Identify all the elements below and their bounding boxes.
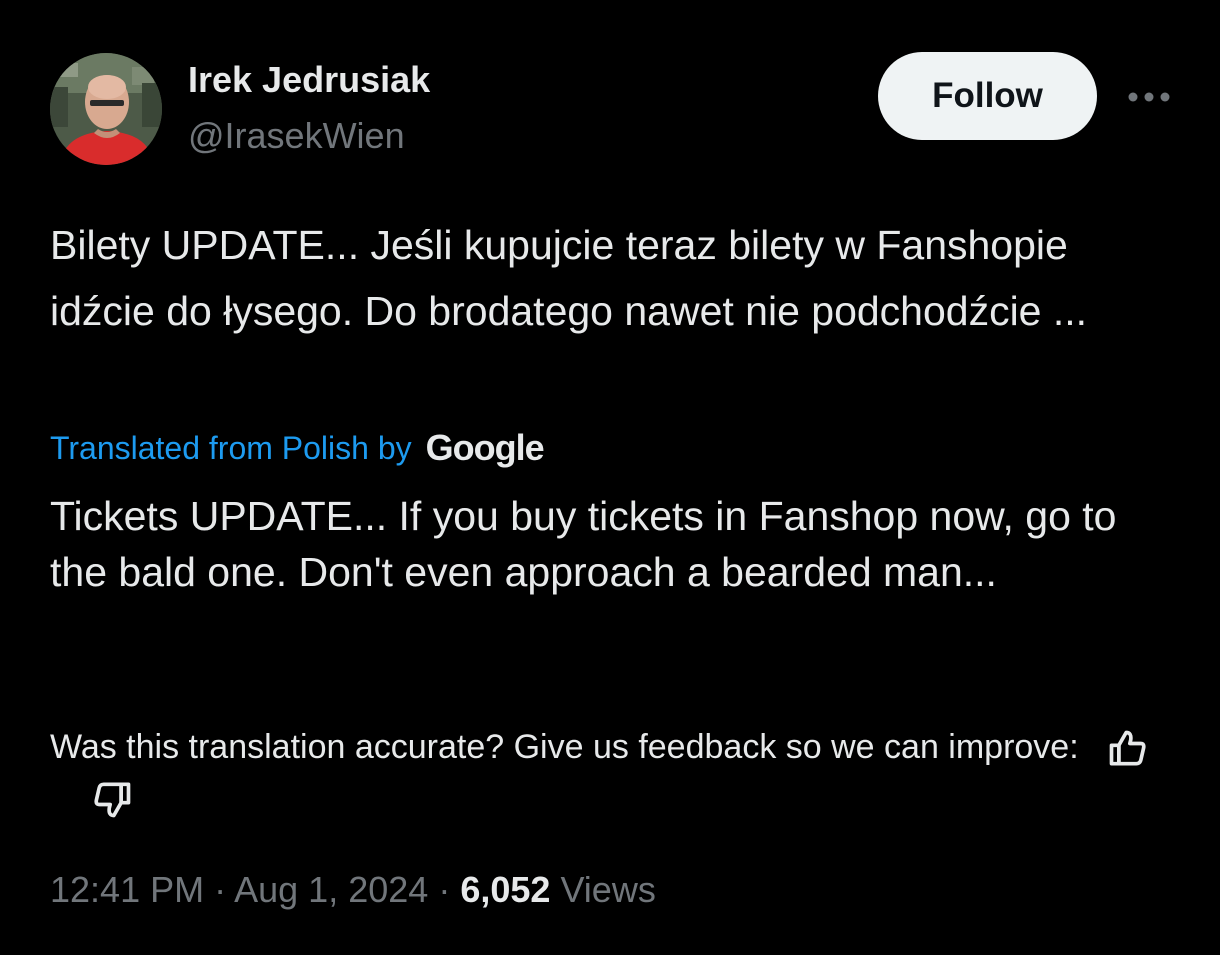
views-count: 6,052 bbox=[460, 869, 551, 910]
tweet-time[interactable]: 12:41 PM bbox=[50, 869, 204, 910]
thumbs-up-button[interactable] bbox=[1106, 727, 1150, 771]
translated-text: Tickets UPDATE... If you buy tickets in … bbox=[50, 493, 1117, 595]
author-display-name[interactable]: Irek Jedrusiak bbox=[188, 58, 430, 102]
follow-button[interactable]: Follow bbox=[878, 52, 1097, 140]
meta-separator: · bbox=[438, 869, 451, 910]
more-button[interactable] bbox=[1122, 80, 1176, 114]
thumbs-down-icon bbox=[94, 782, 131, 818]
google-logo: Google bbox=[425, 427, 545, 468]
avatar[interactable] bbox=[50, 53, 162, 165]
tweet-date[interactable]: Aug 1, 2024 bbox=[234, 869, 428, 910]
translation-attribution: Translated from Polish by Google bbox=[50, 424, 545, 472]
feedback-prompt: Was this translation accurate? Give us f… bbox=[50, 728, 1079, 766]
translation-label[interactable]: Translated from Polish by bbox=[50, 430, 412, 467]
meta-separator: · bbox=[214, 869, 227, 910]
thumbs-down-button[interactable] bbox=[90, 777, 134, 821]
translation-feedback: Was this translation accurate? Give us f… bbox=[50, 722, 1160, 822]
views-label: Views bbox=[560, 869, 656, 910]
tweet-text: Bilety UPDATE... Jeśli kupujcie teraz bi… bbox=[50, 222, 1088, 334]
profile-photo bbox=[50, 53, 162, 165]
thumbs-up-icon bbox=[1109, 730, 1146, 766]
author-handle[interactable]: @IrasekWien bbox=[188, 114, 405, 158]
tweet-meta: 12:41 PM · Aug 1, 2024 · 6,052 Views bbox=[50, 866, 656, 914]
more-horizontal-icon bbox=[1128, 92, 1170, 102]
